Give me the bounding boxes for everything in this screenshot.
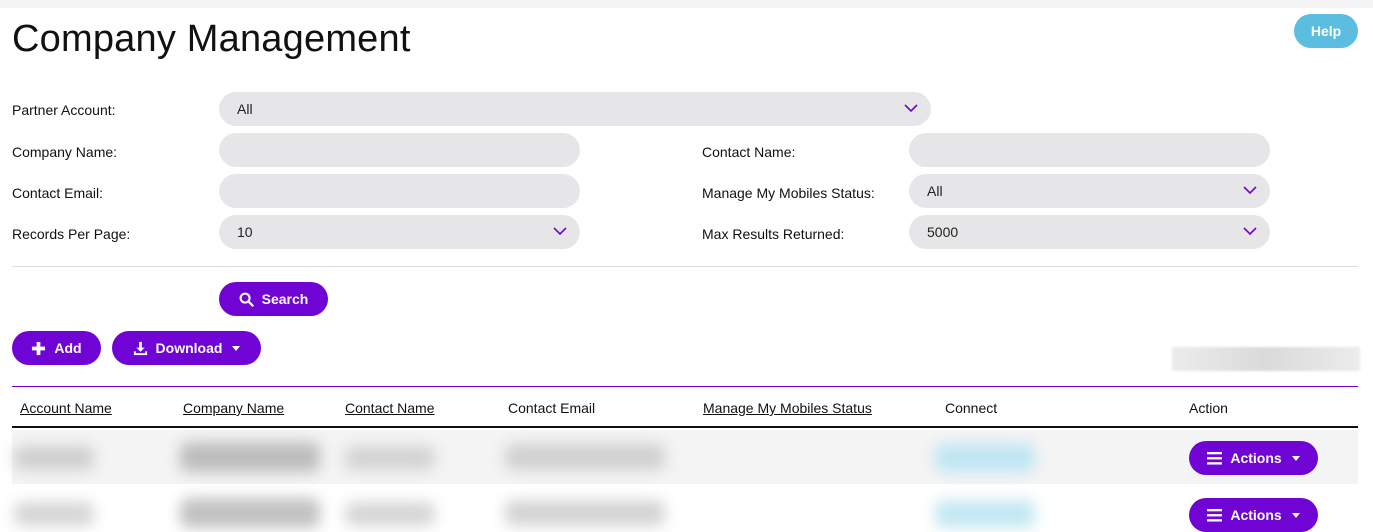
column-header-mobiles-status[interactable]: Manage My Mobiles Status <box>703 400 872 416</box>
contact-name-label: Contact Name: <box>702 144 796 160</box>
redacted-pagination-info <box>1172 347 1360 371</box>
table-header-border <box>12 426 1358 428</box>
menu-icon <box>1207 508 1223 522</box>
redacted-cell <box>180 498 320 528</box>
contact-email-field[interactable] <box>219 173 580 209</box>
redacted-cell <box>505 444 665 470</box>
add-button-label: Add <box>54 340 82 356</box>
menu-icon <box>1207 451 1223 465</box>
row-actions-label: Actions <box>1230 507 1282 523</box>
company-name-field[interactable] <box>219 132 580 168</box>
chevron-down-icon <box>553 227 567 236</box>
redacted-cell <box>345 502 435 526</box>
help-button[interactable]: Help <box>1294 14 1358 48</box>
redacted-cell <box>14 446 94 470</box>
mobiles-status-select[interactable]: All <box>909 174 1270 208</box>
caret-down-icon <box>1291 512 1300 518</box>
redacted-cell <box>505 500 665 526</box>
records-per-page-select[interactable]: 10 <box>219 215 580 249</box>
column-header-account-name[interactable]: Account Name <box>20 400 112 416</box>
column-header-company-name[interactable]: Company Name <box>183 400 284 416</box>
add-button[interactable]: Add <box>12 331 101 365</box>
partner-account-value: All <box>237 101 253 117</box>
max-results-label: Max Results Returned: <box>702 226 845 242</box>
redacted-cell <box>14 502 94 526</box>
redacted-connect-link[interactable] <box>935 444 1035 472</box>
caret-down-icon <box>1291 455 1300 461</box>
search-button-label: Search <box>261 291 309 307</box>
column-header-action: Action <box>1189 400 1228 416</box>
chevron-down-icon <box>904 104 918 113</box>
mobiles-status-label: Manage My Mobiles Status: <box>702 185 875 201</box>
download-button[interactable]: Download <box>112 331 261 365</box>
download-icon <box>133 341 147 355</box>
search-icon <box>239 292 254 307</box>
chevron-down-icon <box>1243 227 1257 236</box>
max-results-select[interactable]: 5000 <box>909 215 1270 249</box>
company-name-input[interactable] <box>237 132 580 168</box>
partner-account-select[interactable]: All <box>219 92 931 126</box>
row-actions-button[interactable]: Actions <box>1189 441 1318 475</box>
partner-account-label: Partner Account: <box>12 102 116 118</box>
column-header-connect: Connect <box>945 400 998 416</box>
redacted-cell <box>180 442 320 472</box>
contact-email-input[interactable] <box>237 173 580 209</box>
max-results-value: 5000 <box>927 224 959 240</box>
plus-icon <box>32 341 46 355</box>
contact-name-input[interactable] <box>927 132 1270 168</box>
redacted-cell <box>345 446 435 470</box>
records-per-page-value: 10 <box>237 224 253 240</box>
contact-name-field[interactable] <box>909 132 1270 168</box>
download-button-label: Download <box>155 340 223 356</box>
company-name-label: Company Name: <box>12 144 118 160</box>
row-actions-button[interactable]: Actions <box>1189 498 1318 532</box>
records-per-page-label: Records Per Page: <box>12 226 131 242</box>
top-strip <box>0 0 1373 8</box>
row-actions-label: Actions <box>1230 450 1282 466</box>
column-header-contact-name[interactable]: Contact Name <box>345 400 434 416</box>
caret-down-icon <box>232 345 241 351</box>
redacted-connect-link[interactable] <box>935 500 1035 528</box>
chevron-down-icon <box>1243 186 1257 195</box>
search-button[interactable]: Search <box>219 282 328 316</box>
contact-email-label: Contact Email: <box>12 185 104 201</box>
column-header-contact-email: Contact Email <box>508 400 596 416</box>
table-top-border <box>12 386 1358 387</box>
page-title: Company Management <box>12 18 411 60</box>
filters-divider <box>12 266 1358 267</box>
mobiles-status-value: All <box>927 183 943 199</box>
